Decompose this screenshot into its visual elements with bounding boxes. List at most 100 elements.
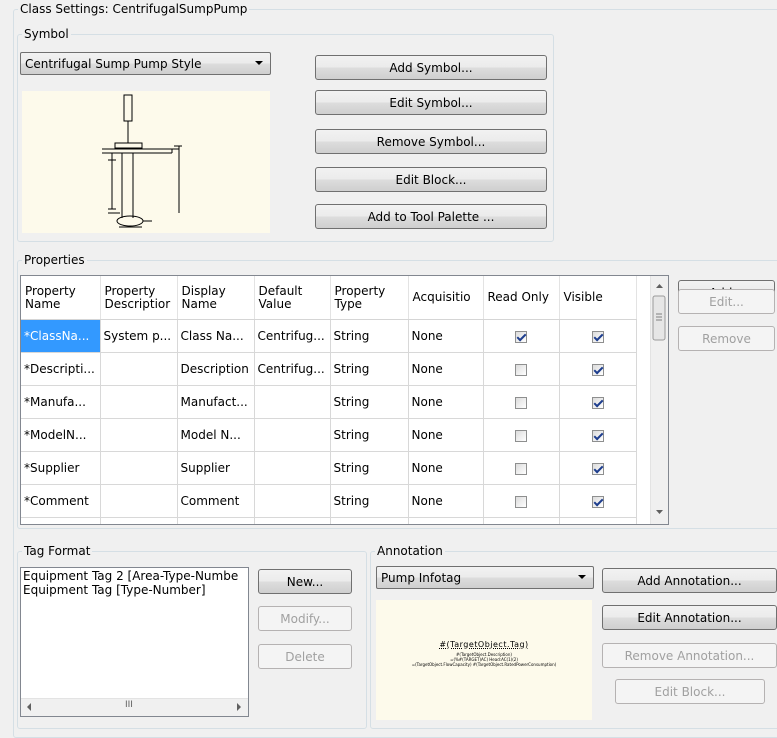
column-header[interactable]: Acquisitio <box>408 276 484 320</box>
table-cell[interactable]: *Manufa... <box>21 385 101 419</box>
add-symbol-button[interactable]: Add Symbol... <box>315 55 547 80</box>
visible-checkbox[interactable] <box>591 429 604 442</box>
table-cell[interactable]: Description <box>177 352 255 386</box>
table-cell[interactable] <box>100 484 178 518</box>
column-header[interactable]: Display Name <box>177 276 255 320</box>
visible-checkbox[interactable] <box>591 330 604 343</box>
tag-format-list[interactable]: Equipment Tag 2 [Area-Type-Numbe Equipme… <box>20 567 249 717</box>
table-cell[interactable]: System p... <box>100 319 178 353</box>
table-cell[interactable]: String <box>330 352 409 386</box>
column-header[interactable]: Property Name <box>21 276 101 320</box>
table-cell[interactable]: *Acquisiti... <box>21 517 101 524</box>
table-cell[interactable] <box>254 517 331 524</box>
table-cell[interactable]: *ClassNa... <box>21 319 101 353</box>
table-cell[interactable]: None <box>408 352 484 386</box>
remove-symbol-button[interactable]: Remove Symbol... <box>315 129 547 154</box>
column-header[interactable]: Property Type <box>330 276 409 320</box>
table-cell[interactable]: System p... <box>100 517 178 524</box>
edit-annotation-button[interactable]: Edit Annotation... <box>602 605 777 630</box>
table-cell[interactable]: *Supplier <box>21 451 101 485</box>
delete-tag-format-button[interactable]: Delete <box>258 644 352 669</box>
read-only-checkbox[interactable] <box>515 429 527 442</box>
table-cell[interactable]: String <box>330 319 409 353</box>
column-header[interactable]: Visible <box>559 276 637 320</box>
table-cell[interactable]: None <box>408 319 484 353</box>
table-cell[interactable]: String <box>330 418 409 452</box>
properties-scrollbar[interactable] <box>650 276 668 524</box>
table-cell[interactable]: None <box>408 451 484 485</box>
table-cell[interactable]: *ModelN... <box>21 418 101 452</box>
visible-checkbox[interactable] <box>591 495 604 508</box>
edit-property-button[interactable]: Edit... <box>678 289 775 314</box>
table-cell[interactable]: None <box>408 517 484 524</box>
table-cell[interactable] <box>100 352 178 386</box>
table-row[interactable]: *Manufa... Manufact... String None <box>21 385 637 419</box>
visible-checkbox[interactable] <box>591 396 604 409</box>
table-cell[interactable]: *Descripti... <box>21 352 101 386</box>
column-header[interactable]: Read Only <box>483 276 560 320</box>
table-cell[interactable]: *Comment <box>21 484 101 518</box>
annotation-group-label: Annotation <box>377 544 443 558</box>
table-row[interactable]: *ModelN... Model N... String None <box>21 418 637 452</box>
scroll-up-icon[interactable] <box>656 284 663 288</box>
table-row[interactable]: *Comment Comment String None <box>21 484 637 518</box>
table-cell[interactable] <box>254 484 331 518</box>
read-only-checkbox[interactable] <box>515 396 527 409</box>
tag-format-group-label: Tag Format <box>24 544 91 558</box>
read-only-cell <box>483 319 560 353</box>
read-only-checkbox[interactable] <box>515 363 527 376</box>
table-cell[interactable]: String <box>330 385 409 419</box>
scroll-left-icon[interactable] <box>27 703 31 711</box>
add-annotation-button[interactable]: Add Annotation... <box>602 568 777 593</box>
table-row[interactable]: *Descripti... Description Centrifug... Stri… <box>21 352 637 386</box>
scroll-right-icon[interactable] <box>237 703 241 711</box>
table-cell[interactable]: String <box>330 451 409 485</box>
symbol-style-dropdown[interactable]: Centrifugal Sump Pump Style <box>20 52 271 75</box>
edit-symbol-button[interactable]: Edit Symbol... <box>315 90 547 115</box>
table-cell[interactable]: None <box>408 484 484 518</box>
table-row[interactable]: *Acquisiti...System p...Acquisitio... Str… <box>21 517 637 524</box>
edit-block-button[interactable]: Edit Block... <box>315 167 547 192</box>
table-cell[interactable] <box>100 385 178 419</box>
visible-checkbox[interactable] <box>591 363 604 376</box>
remove-annotation-button[interactable]: Remove Annotation... <box>602 643 777 668</box>
table-cell[interactable]: None <box>408 385 484 419</box>
new-tag-format-button[interactable]: New... <box>258 569 352 594</box>
tag-format-hscrollbar[interactable]: III <box>21 698 248 716</box>
table-cell[interactable]: String <box>330 517 409 524</box>
annotation-edit-block-button[interactable]: Edit Block... <box>615 679 765 704</box>
table-cell[interactable] <box>100 418 178 452</box>
list-item[interactable]: Equipment Tag [Type-Number] <box>23 583 206 597</box>
table-cell[interactable]: Acquisitio... <box>177 517 255 524</box>
column-header[interactable]: Default Value <box>254 276 331 320</box>
scroll-down-icon[interactable] <box>656 510 663 514</box>
list-item[interactable]: Equipment Tag 2 [Area-Type-Numbe <box>23 569 247 583</box>
scroll-thumb-grip[interactable]: III <box>125 700 133 710</box>
table-cell[interactable]: Comment <box>177 484 255 518</box>
read-only-checkbox[interactable] <box>515 495 527 508</box>
add-to-tool-palette-button[interactable]: Add to Tool Palette ... <box>315 204 547 229</box>
table-cell[interactable] <box>254 385 331 419</box>
annotation-value: Pump Infotag <box>381 570 462 585</box>
table-cell[interactable]: Model N... <box>177 418 255 452</box>
table-cell[interactable]: None <box>408 418 484 452</box>
scroll-thumb[interactable] <box>652 295 666 341</box>
column-header[interactable]: Property Descriptior <box>100 276 178 320</box>
annotation-dropdown[interactable]: Pump Infotag <box>376 566 594 589</box>
table-cell[interactable]: String <box>330 484 409 518</box>
modify-tag-format-button[interactable]: Modify... <box>258 606 352 631</box>
table-cell[interactable]: Supplier <box>177 451 255 485</box>
visible-checkbox[interactable] <box>591 462 604 475</box>
table-row[interactable]: *ClassNa... System p... Class Na... Centrif… <box>21 319 637 353</box>
read-only-checkbox[interactable] <box>515 330 527 343</box>
table-cell[interactable]: Centrifug... <box>254 352 331 386</box>
table-row[interactable]: *Supplier Supplier String None <box>21 451 637 485</box>
table-cell[interactable]: Class Na... <box>177 319 255 353</box>
table-cell[interactable] <box>254 418 331 452</box>
table-cell[interactable] <box>254 451 331 485</box>
table-cell[interactable] <box>100 451 178 485</box>
remove-property-button[interactable]: Remove <box>678 326 775 351</box>
table-cell[interactable]: Manufact... <box>177 385 255 419</box>
table-cell[interactable]: Centrifug... <box>254 319 331 353</box>
read-only-checkbox[interactable] <box>515 462 527 475</box>
